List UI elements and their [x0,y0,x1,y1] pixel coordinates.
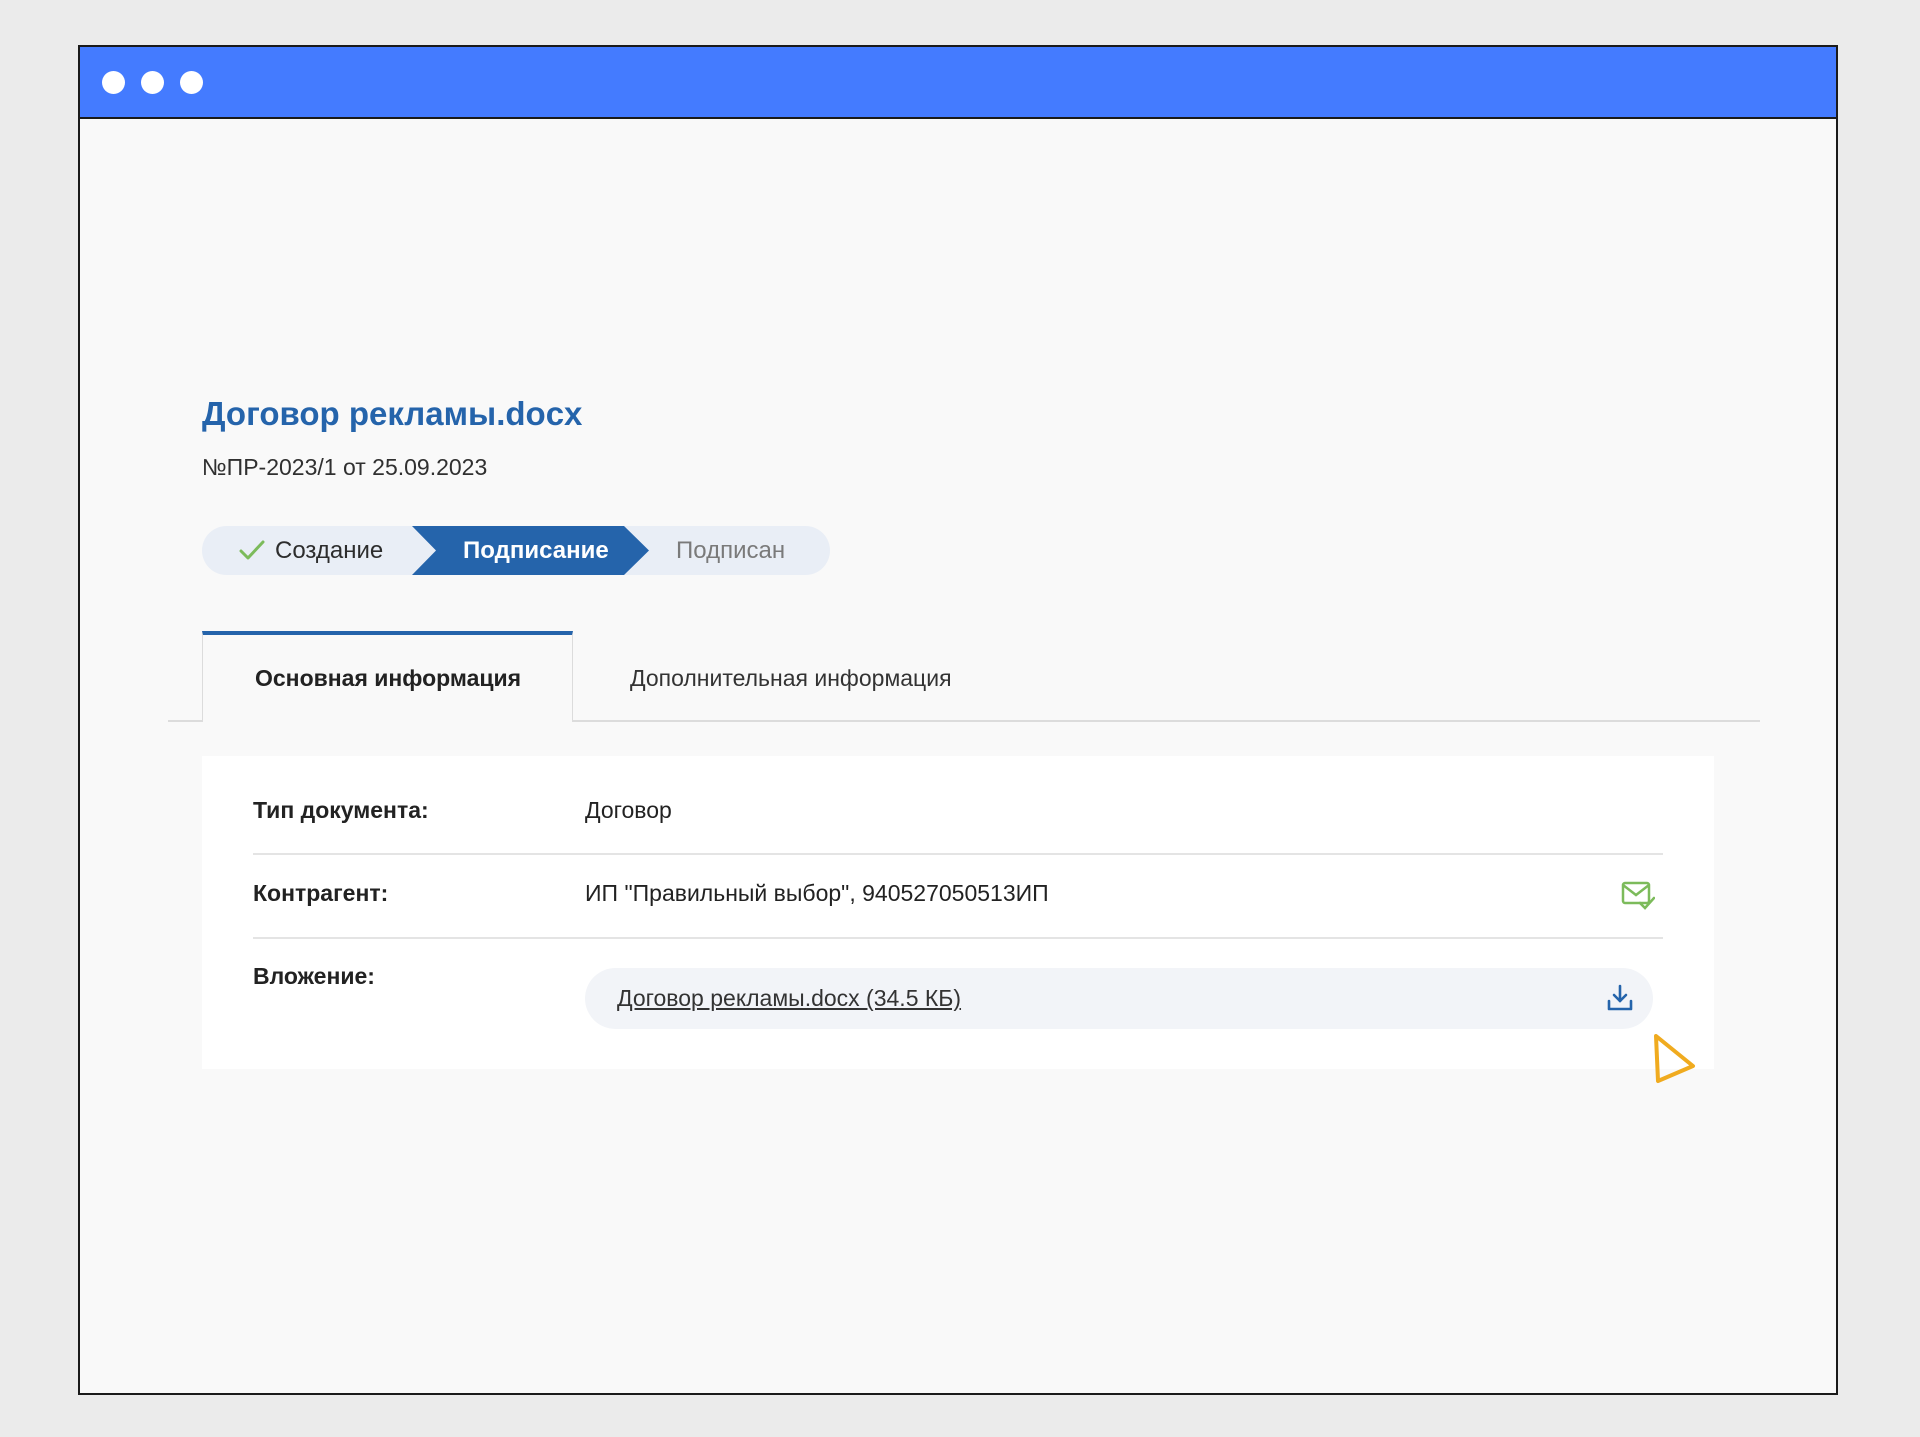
attachment-file-pill: Договор рекламы.docx (34.5 КБ) [585,968,1653,1029]
info-card: Тип документа: Договор Контрагент: ИП "П… [202,756,1714,1069]
counterparty-value: ИП "Правильный выбор", 940527050513ИП [585,880,1049,906]
cursor-pointer-icon [1654,1034,1695,1083]
row-divider [253,853,1663,855]
doc-type-label: Тип документа: [253,797,429,823]
document-number: №ПР-2023/1 от 25.09.2023 [202,454,488,480]
browser-window: Договор рекламы.docx №ПР-2023/1 от 25.09… [78,45,1838,1395]
tab-additional-info[interactable]: Дополнительная информация [630,635,952,721]
window-dot-maximize[interactable] [180,71,203,94]
window-dot-close[interactable] [102,71,125,94]
step-signed: Подписан [676,537,786,564]
window-dot-minimize[interactable] [141,71,164,94]
step-signing: Подписание [463,537,609,564]
document-title: Договор рекламы.docx [202,395,583,432]
page-content: Договор рекламы.docx №ПР-2023/1 от 25.09… [80,119,1836,1393]
download-icon[interactable] [1605,983,1635,1013]
mail-check-icon[interactable] [1621,880,1655,910]
doc-type-value: Договор [585,797,672,823]
check-icon [239,540,265,560]
row-divider [253,937,1663,939]
counterparty-label: Контрагент: [253,880,389,906]
step-created: Создание [275,537,384,564]
attachment-link[interactable]: Договор рекламы.docx (34.5 КБ) [617,968,961,1029]
tab-main-info[interactable]: Основная информация [202,631,573,722]
attachment-label: Вложение: [253,963,375,989]
status-stepper: Создание Подписание Подписан [202,526,830,575]
window-titlebar [80,47,1836,119]
